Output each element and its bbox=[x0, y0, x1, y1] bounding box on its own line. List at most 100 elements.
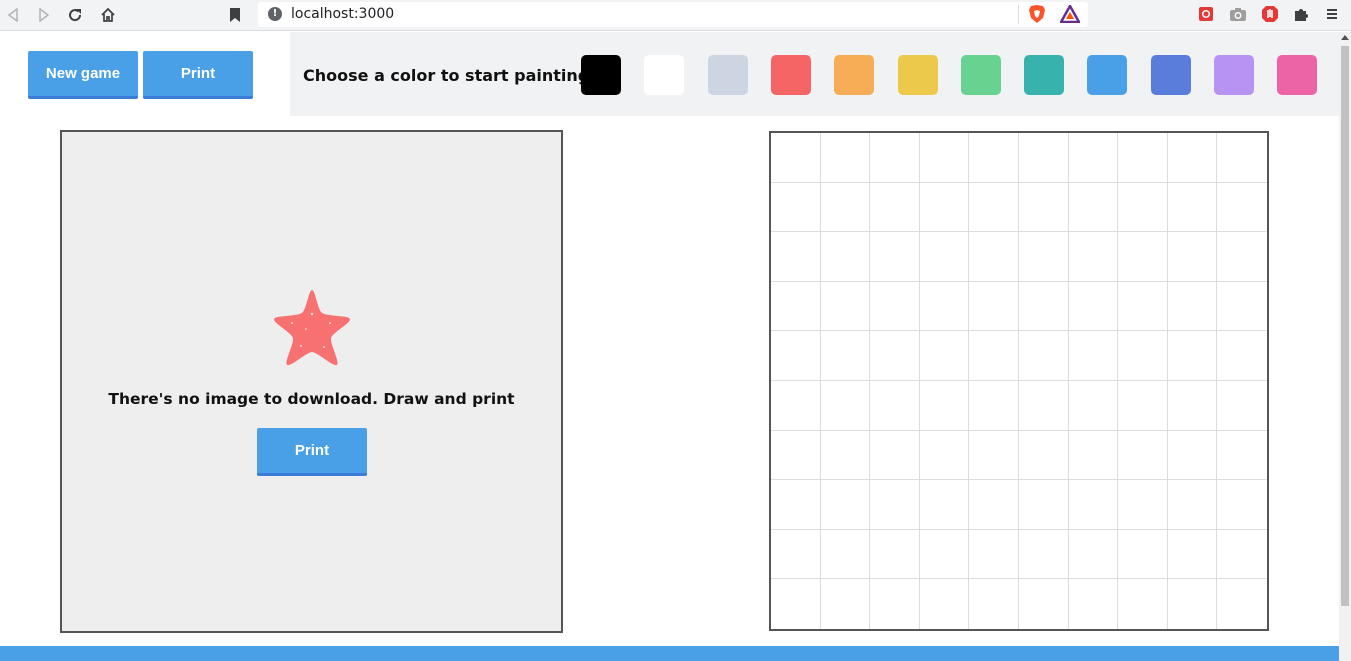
color-swatch-white[interactable] bbox=[644, 55, 684, 95]
grid-cell[interactable] bbox=[969, 331, 1019, 381]
grid-cell[interactable] bbox=[1068, 133, 1119, 183]
grid-cell[interactable] bbox=[1217, 579, 1267, 629]
color-swatch-red[interactable] bbox=[771, 55, 811, 95]
grid-cell[interactable] bbox=[919, 480, 970, 530]
grid-cell[interactable] bbox=[1217, 331, 1267, 381]
grid-cell[interactable] bbox=[1118, 232, 1168, 282]
grid-cell[interactable] bbox=[1217, 232, 1267, 282]
camera-extension-icon[interactable] bbox=[1229, 5, 1247, 23]
grid-cell[interactable] bbox=[969, 182, 1019, 233]
grid-cell[interactable] bbox=[771, 430, 821, 481]
grid-cell[interactable] bbox=[1018, 182, 1069, 233]
grid-cell[interactable] bbox=[771, 182, 821, 233]
grid-cell[interactable] bbox=[821, 579, 871, 629]
grid-cell[interactable] bbox=[1018, 133, 1069, 183]
site-info-icon[interactable]: ! bbox=[268, 7, 282, 21]
forward-icon[interactable] bbox=[33, 4, 55, 26]
grid-cell[interactable] bbox=[969, 133, 1019, 183]
grid-cell[interactable] bbox=[820, 281, 871, 332]
grid-cell[interactable] bbox=[1118, 380, 1168, 431]
color-swatch-black[interactable] bbox=[581, 55, 621, 95]
record-extension-icon[interactable] bbox=[1197, 5, 1215, 23]
grid-cell[interactable] bbox=[1068, 281, 1119, 332]
rewards-triangle-icon[interactable] bbox=[1058, 3, 1082, 24]
scrollbar-thumb[interactable] bbox=[1341, 46, 1349, 606]
grid-cell[interactable] bbox=[1167, 133, 1218, 183]
grid-cell[interactable] bbox=[820, 430, 871, 481]
grid-cell[interactable] bbox=[1118, 480, 1168, 530]
grid-cell[interactable] bbox=[1118, 529, 1168, 580]
grid-cell[interactable] bbox=[969, 480, 1019, 530]
grid-cell[interactable] bbox=[969, 529, 1019, 580]
home-icon[interactable] bbox=[97, 4, 119, 26]
grid-cell[interactable] bbox=[870, 380, 920, 431]
vertical-scrollbar[interactable] bbox=[1339, 32, 1351, 661]
back-icon[interactable] bbox=[2, 4, 24, 26]
grid-cell[interactable] bbox=[919, 281, 970, 332]
grid-cell[interactable] bbox=[1217, 381, 1267, 431]
grid-cell[interactable] bbox=[1118, 182, 1168, 233]
brave-shield-icon[interactable] bbox=[1028, 4, 1046, 24]
grid-cell[interactable] bbox=[1018, 331, 1069, 381]
color-swatch-indigo[interactable] bbox=[1151, 55, 1191, 95]
grid-cell[interactable] bbox=[919, 232, 970, 282]
adblock-extension-icon[interactable] bbox=[1261, 5, 1279, 23]
grid-cell[interactable] bbox=[1217, 133, 1267, 183]
grid-cell[interactable] bbox=[1217, 530, 1267, 580]
grid-cell[interactable] bbox=[820, 133, 871, 183]
grid-cell[interactable] bbox=[1167, 331, 1218, 381]
grid-cell[interactable] bbox=[1018, 430, 1069, 481]
grid-cell[interactable] bbox=[919, 331, 970, 381]
drawing-canvas[interactable] bbox=[769, 131, 1269, 631]
grid-cell[interactable] bbox=[771, 232, 821, 282]
grid-cell[interactable] bbox=[771, 281, 821, 332]
grid-cell[interactable] bbox=[771, 331, 821, 381]
grid-cell[interactable] bbox=[870, 281, 920, 332]
grid-cell[interactable] bbox=[771, 529, 821, 580]
grid-cell[interactable] bbox=[1168, 579, 1218, 629]
grid-cell[interactable] bbox=[1069, 579, 1119, 629]
grid-cell[interactable] bbox=[820, 232, 871, 282]
color-swatch-orange[interactable] bbox=[834, 55, 874, 95]
grid-cell[interactable] bbox=[1118, 331, 1168, 381]
grid-cell[interactable] bbox=[820, 331, 871, 381]
grid-cell[interactable] bbox=[1068, 380, 1119, 431]
grid-cell[interactable] bbox=[1118, 133, 1168, 183]
grid-cell[interactable] bbox=[771, 480, 821, 530]
extensions-puzzle-icon[interactable] bbox=[1292, 5, 1310, 23]
print-button[interactable]: Print bbox=[143, 51, 253, 99]
grid-cell[interactable] bbox=[919, 380, 970, 431]
color-swatch-blue[interactable] bbox=[1087, 55, 1127, 95]
grid-cell[interactable] bbox=[969, 380, 1019, 431]
grid-cell[interactable] bbox=[1118, 430, 1168, 481]
grid-cell[interactable] bbox=[1018, 232, 1069, 282]
bookmark-icon[interactable] bbox=[224, 4, 246, 26]
color-swatch-teal[interactable] bbox=[1024, 55, 1064, 95]
scroll-up-icon[interactable] bbox=[1341, 35, 1349, 40]
grid-cell[interactable] bbox=[1018, 529, 1069, 580]
grid-cell[interactable] bbox=[1217, 282, 1267, 332]
grid-cell[interactable] bbox=[919, 133, 970, 183]
grid-cell[interactable] bbox=[771, 380, 821, 431]
grid-cell[interactable] bbox=[1118, 281, 1168, 332]
grid-cell[interactable] bbox=[1167, 281, 1218, 332]
grid-cell[interactable] bbox=[919, 529, 970, 580]
grid-cell[interactable] bbox=[1018, 480, 1069, 530]
grid-cell[interactable] bbox=[1018, 281, 1069, 332]
grid-cell[interactable] bbox=[969, 579, 1019, 629]
grid-cell[interactable] bbox=[1068, 182, 1119, 233]
grid-cell[interactable] bbox=[1068, 480, 1119, 530]
grid-cell[interactable] bbox=[1217, 480, 1267, 530]
grid-cell[interactable] bbox=[1167, 430, 1218, 481]
grid-cell[interactable] bbox=[1018, 380, 1069, 431]
grid-cell[interactable] bbox=[969, 281, 1019, 332]
grid-cell[interactable] bbox=[919, 430, 970, 481]
reload-icon[interactable] bbox=[64, 4, 86, 26]
grid-cell[interactable] bbox=[870, 133, 920, 183]
grid-cell[interactable] bbox=[1217, 431, 1267, 481]
grid-cell[interactable] bbox=[820, 529, 871, 580]
grid-cell[interactable] bbox=[1118, 579, 1168, 629]
address-bar[interactable]: ! localhost:3000 bbox=[258, 2, 1088, 27]
grid-cell[interactable] bbox=[1068, 529, 1119, 580]
color-swatch-yellow[interactable] bbox=[898, 55, 938, 95]
